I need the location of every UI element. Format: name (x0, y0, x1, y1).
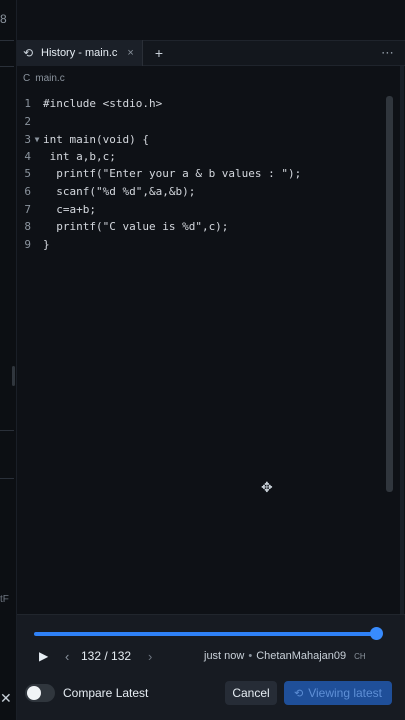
fold-toggle-icon[interactable]: ▼ (31, 135, 43, 144)
tab-label: History - main.c (41, 47, 118, 59)
tab-bar: ⟲ History - main.c × + ⋯ (17, 40, 405, 66)
code-editor[interactable]: 1 #include <stdio.h> 2 3 ▼ int main(void… (17, 90, 390, 612)
viewing-latest-label: Viewing latest (308, 686, 383, 700)
left-panel-strip: 8 tF ✕ (0, 0, 17, 720)
version-author: ChetanMahajan09 (256, 650, 347, 662)
code-text: #include <stdio.h> (43, 96, 163, 110)
code-text: } (43, 237, 50, 251)
truncated-label: tF (0, 594, 9, 605)
chevron-left-icon[interactable]: ‹ (65, 649, 69, 664)
line-number: 1 (24, 96, 31, 110)
close-icon[interactable]: × (127, 47, 133, 59)
code-line: 5 printf("Enter your a & b values : "); (17, 164, 301, 182)
restore-icon: ⟲ (293, 687, 304, 700)
code-line: 2 (17, 112, 43, 130)
toggle-knob (27, 686, 41, 700)
right-edge-panel (400, 66, 404, 626)
version-meta: just now • ChetanMahajan09 CH (204, 650, 366, 662)
compare-latest-label: Compare Latest (63, 686, 149, 700)
editor-scrollbar[interactable] (386, 96, 393, 492)
code-text: printf("C value is %d",c); (43, 219, 229, 233)
history-slider-track[interactable] (34, 632, 378, 636)
compare-latest-toggle[interactable] (25, 684, 55, 702)
line-number: 6 (24, 184, 31, 198)
line-number: 5 (24, 166, 31, 180)
divider (0, 478, 14, 479)
close-icon[interactable]: ✕ (0, 690, 12, 707)
cancel-button[interactable]: Cancel (225, 681, 277, 705)
file-icon: C (23, 72, 31, 84)
play-icon[interactable]: ▶ (39, 649, 48, 663)
resize-handle[interactable] (12, 366, 15, 386)
breadcrumb: C main.c (17, 67, 405, 89)
line-number: 3 (24, 132, 31, 146)
code-text: c=a+b; (43, 202, 96, 216)
line-number: 8 (24, 219, 31, 233)
code-line: 9 } (17, 235, 50, 253)
viewing-latest-button[interactable]: ⟲ Viewing latest (284, 681, 392, 705)
line-number: 4 (24, 149, 31, 163)
history-slider-knob[interactable] (370, 627, 383, 640)
move-cursor-icon: ✥ (261, 479, 273, 495)
chevron-right-icon[interactable]: › (148, 649, 152, 664)
history-controls: ▶ ‹ 132 / 132 › just now • ChetanMahajan… (17, 646, 405, 666)
version-counter: 132 / 132 (81, 649, 132, 663)
code-line: 6 scanf("%d %d",&a,&b); (17, 182, 195, 200)
divider (0, 430, 14, 431)
panel-corner-icon[interactable]: 8 (0, 12, 7, 26)
line-number: 7 (24, 202, 31, 216)
more-icon[interactable]: ⋯ (381, 45, 395, 61)
tab-history-main[interactable]: ⟲ History - main.c × (17, 40, 143, 66)
code-line: 1 #include <stdio.h> (17, 94, 162, 112)
version-time: just now (204, 650, 245, 662)
code-line: 4 int a,b,c; (17, 147, 116, 165)
divider (0, 40, 14, 41)
top-area (17, 0, 405, 40)
plus-icon[interactable]: + (155, 45, 163, 61)
author-avatar: CH (354, 651, 366, 661)
separator-dot: • (248, 650, 253, 662)
code-line: 8 printf("C value is %d",c); (17, 217, 228, 235)
line-number: 9 (24, 237, 31, 251)
code-text: scanf("%d %d",&a,&b); (43, 184, 196, 198)
history-icon: ⟲ (23, 46, 34, 60)
code-text: int a,b,c; (43, 149, 116, 163)
code-text: int main(void) { (43, 132, 149, 146)
code-text: printf("Enter your a & b values : "); (43, 166, 302, 180)
line-number: 2 (24, 114, 31, 128)
code-line: 3 ▼ int main(void) { (17, 130, 149, 148)
breadcrumb-file[interactable]: main.c (35, 73, 64, 84)
history-actions: Compare Latest Cancel ⟲ Viewing latest (17, 681, 405, 705)
code-line: 7 c=a+b; (17, 200, 96, 218)
divider (0, 66, 14, 67)
